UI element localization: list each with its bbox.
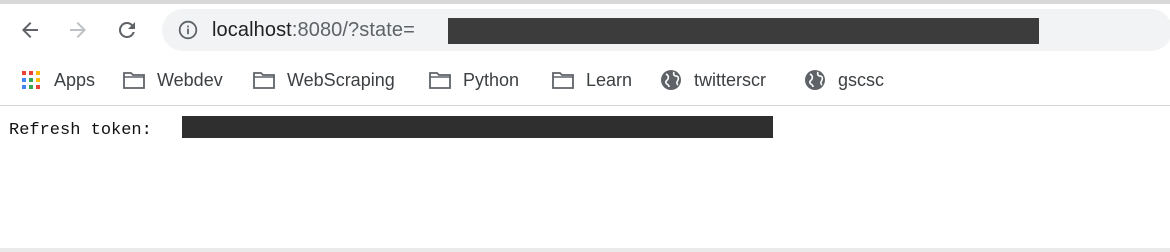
bookmark-label: WebScraping <box>287 69 395 90</box>
token-redaction <box>182 116 773 138</box>
folder-icon <box>429 70 451 90</box>
bookmark-label: Webdev <box>157 69 223 90</box>
globe-icon <box>660 70 682 90</box>
bookmark-python[interactable]: Python <box>429 66 519 94</box>
url-text[interactable]: localhost:8080/?state= <box>212 19 415 41</box>
browser-chrome: localhost:8080/?state= Apps Webdev WebSc… <box>0 0 1170 106</box>
bookmark-label: twitterscr <box>694 69 766 90</box>
reload-button[interactable] <box>111 14 143 46</box>
refresh-token-label: Refresh token: <box>9 121 152 140</box>
url-redaction <box>448 18 1039 44</box>
bookmark-apps[interactable]: Apps <box>20 66 95 94</box>
apps-grid-icon <box>20 70 42 90</box>
window-bottom-edge <box>0 248 1170 252</box>
forward-button[interactable] <box>62 14 94 46</box>
folder-icon <box>253 70 275 90</box>
back-button[interactable] <box>14 14 46 46</box>
bookmark-gscsc[interactable]: gscsc <box>804 66 884 94</box>
info-icon[interactable] <box>178 20 198 40</box>
reload-icon <box>118 21 135 38</box>
arrow-right-icon <box>70 22 86 38</box>
bookmark-twitterscr[interactable]: twitterscr <box>660 66 766 94</box>
window-top-edge <box>0 0 1170 4</box>
folder-icon <box>552 70 574 90</box>
bookmark-label: Apps <box>54 69 96 90</box>
address-bar[interactable]: localhost:8080/?state= <box>162 9 1170 51</box>
globe-icon <box>804 70 826 90</box>
url-path: :8080/?state= <box>291 19 415 41</box>
page-content: Refresh token: <box>0 106 1170 252</box>
arrow-left-icon <box>22 22 38 38</box>
folder-icon <box>123 70 145 90</box>
url-host: localhost <box>212 19 292 41</box>
bookmark-webdev[interactable]: Webdev <box>123 66 223 94</box>
bookmark-learn[interactable]: Learn <box>552 66 632 94</box>
bookmark-label: Learn <box>586 69 633 90</box>
bookmark-label: Python <box>463 69 520 90</box>
bookmarks-bar: Apps Webdev WebScraping Python Learn twi… <box>0 62 1170 98</box>
bookmark-webscraping[interactable]: WebScraping <box>253 66 395 94</box>
bookmark-label: gscsc <box>838 69 885 90</box>
